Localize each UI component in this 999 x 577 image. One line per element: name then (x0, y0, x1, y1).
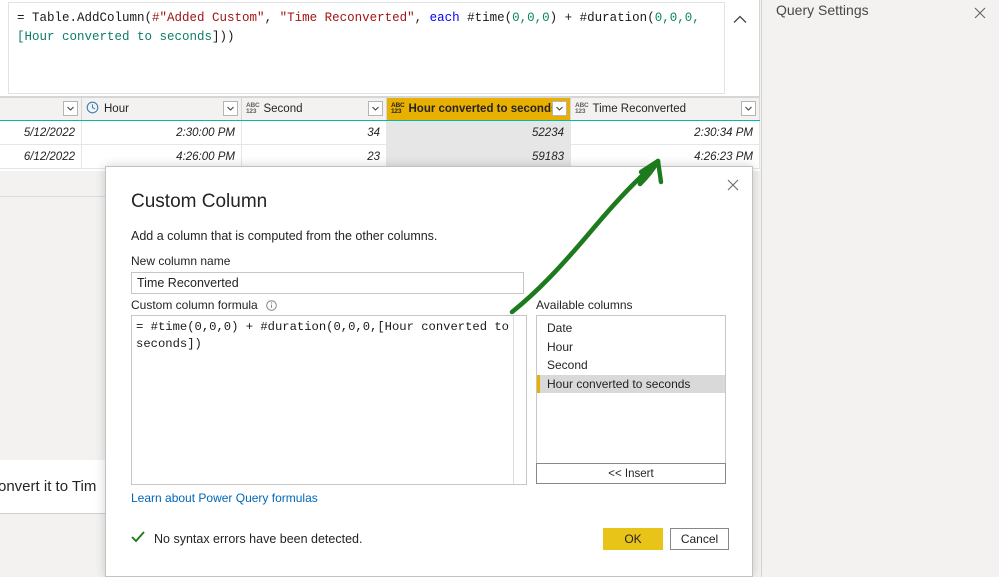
power-query-editor-window: = Table.AddColumn(#"Added Custom", "Time… (0, 0, 999, 577)
cancel-button[interactable]: Cancel (670, 528, 729, 550)
abc123-type-icon: ABC 123 (246, 101, 260, 115)
ok-button[interactable]: OK (603, 528, 663, 550)
formula-bar[interactable]: = Table.AddColumn(#"Added Custom", "Time… (0, 0, 760, 97)
close-icon[interactable] (720, 173, 746, 197)
chevron-down-icon[interactable] (223, 101, 238, 116)
formula-token-sep1: , (264, 11, 280, 25)
formula-token-new-column: "Time Reconverted" (279, 11, 415, 25)
formula-bar-text[interactable]: = Table.AddColumn(#"Added Custom", "Time… (8, 2, 725, 94)
column-header-second[interactable]: ABC 123 Second (242, 98, 387, 120)
column-header-label: Time Reconverted (592, 103, 687, 115)
formula-token-each-keyword: each (429, 11, 460, 25)
grid-header-row: Hour ABC 123 Second ABC 123 Hour converted… (0, 97, 760, 121)
custom-column-formula-label: Custom column formula (131, 298, 277, 314)
query-settings-pane: Query Settings ▾PROPERTIES Name Convert … (761, 0, 999, 577)
chevron-down-icon[interactable] (63, 101, 78, 116)
learn-power-query-formulas-link[interactable]: Learn about Power Query formulas (131, 491, 318, 505)
formula-scrollbar[interactable] (513, 316, 526, 484)
formula-token-step-ref: #"Added Custom" (152, 11, 265, 25)
column-header-date[interactable] (0, 98, 82, 120)
background-strip (0, 171, 108, 197)
chevron-down-icon[interactable] (552, 101, 567, 116)
query-settings-title: Query Settings (776, 2, 869, 18)
formula-token-sep2: , (414, 11, 430, 25)
formula-token-prefix: = Table.AddColumn( (17, 11, 153, 25)
dialog-description: Add a column that is computed from the o… (131, 229, 438, 243)
cell-hour: 2:30:00 PM (82, 121, 242, 144)
cell-date: 6/12/2022 (0, 145, 82, 168)
table-row[interactable]: 5/12/2022 2:30:00 PM 34 52234 2:30:34 PM (0, 121, 760, 145)
cell-date: 5/12/2022 (0, 121, 82, 144)
chevron-up-icon[interactable] (729, 8, 751, 30)
available-column-label: Date (547, 321, 573, 336)
cell-hour-converted: 59183 (387, 145, 571, 168)
formula-token-time-args: 0,0,0 (512, 11, 550, 25)
new-column-name-label: New column name (131, 254, 231, 268)
formula-token-time-fn: #time( (459, 11, 513, 25)
dialog-title: Custom Column (131, 191, 268, 212)
formula-token-tail: ])) (212, 30, 235, 44)
chevron-down-icon[interactable] (368, 101, 383, 116)
formula-token-duration-fn: ) + #duration( (549, 11, 655, 25)
available-column-second[interactable]: Second (537, 356, 725, 375)
cell-second: 23 (242, 145, 387, 168)
cell-hour-converted: 52234 (387, 121, 571, 144)
formula-text: = #time(0,0,0) + #duration(0,0,0,[Hour c… (136, 320, 509, 351)
available-column-hour-converted-to-seconds[interactable]: Hour converted to seconds (537, 374, 725, 393)
formula-label-text: Custom column formula (131, 298, 258, 312)
custom-column-formula-editor[interactable]: = #time(0,0,0) + #duration(0,0,0,[Hour c… (131, 315, 527, 485)
syntax-status-text: No syntax errors have been detected. (154, 531, 363, 546)
formula-token-duration-args: 0,0,0 (654, 11, 693, 25)
column-header-hour[interactable]: Hour (82, 98, 242, 120)
new-column-name-input[interactable]: Time Reconverted (131, 272, 524, 294)
chevron-down-icon[interactable] (741, 101, 756, 116)
cell-hour: 4:26:00 PM (82, 145, 242, 168)
available-column-date[interactable]: Date (537, 319, 725, 338)
cell-second: 34 (242, 121, 387, 144)
available-column-label: Hour converted to seconds (547, 376, 691, 391)
info-icon[interactable] (266, 300, 277, 314)
cell-time-reconverted: 4:26:23 PM (571, 145, 760, 168)
available-column-label: Second (547, 358, 588, 373)
custom-column-dialog: Custom Column Add a column that is compu… (105, 166, 753, 577)
column-header-label: Second (263, 103, 303, 115)
background-text-panel: onvert it to Tim (0, 460, 108, 514)
close-icon[interactable] (971, 4, 989, 22)
column-header-hour-converted-to-seconds[interactable]: ABC 123 Hour converted to seconds (387, 98, 571, 120)
insert-button[interactable]: << Insert (536, 463, 726, 484)
available-columns-label: Available columns (536, 298, 633, 312)
data-preview-grid: Hour ABC 123 Second ABC 123 Hour converted… (0, 97, 760, 171)
background-partial-text: onvert it to Tim (0, 478, 97, 495)
column-header-label: Hour converted to seconds (408, 103, 558, 115)
available-column-hour[interactable]: Hour (537, 338, 725, 357)
syntax-status-row: No syntax errors have been detected. (131, 531, 362, 546)
check-icon (131, 531, 145, 546)
clock-icon (86, 101, 99, 117)
available-columns-list: Date Hour Second Hour converted to secon… (536, 315, 726, 465)
cell-time-reconverted: 2:30:34 PM (571, 121, 760, 144)
abc123-type-icon: ABC 123 (391, 101, 405, 115)
abc123-type-icon: ABC 123 (575, 101, 589, 115)
available-column-label: Hour (547, 339, 574, 354)
column-header-time-reconverted[interactable]: ABC 123 Time Reconverted (571, 98, 760, 120)
column-header-label: Hour (104, 103, 129, 115)
